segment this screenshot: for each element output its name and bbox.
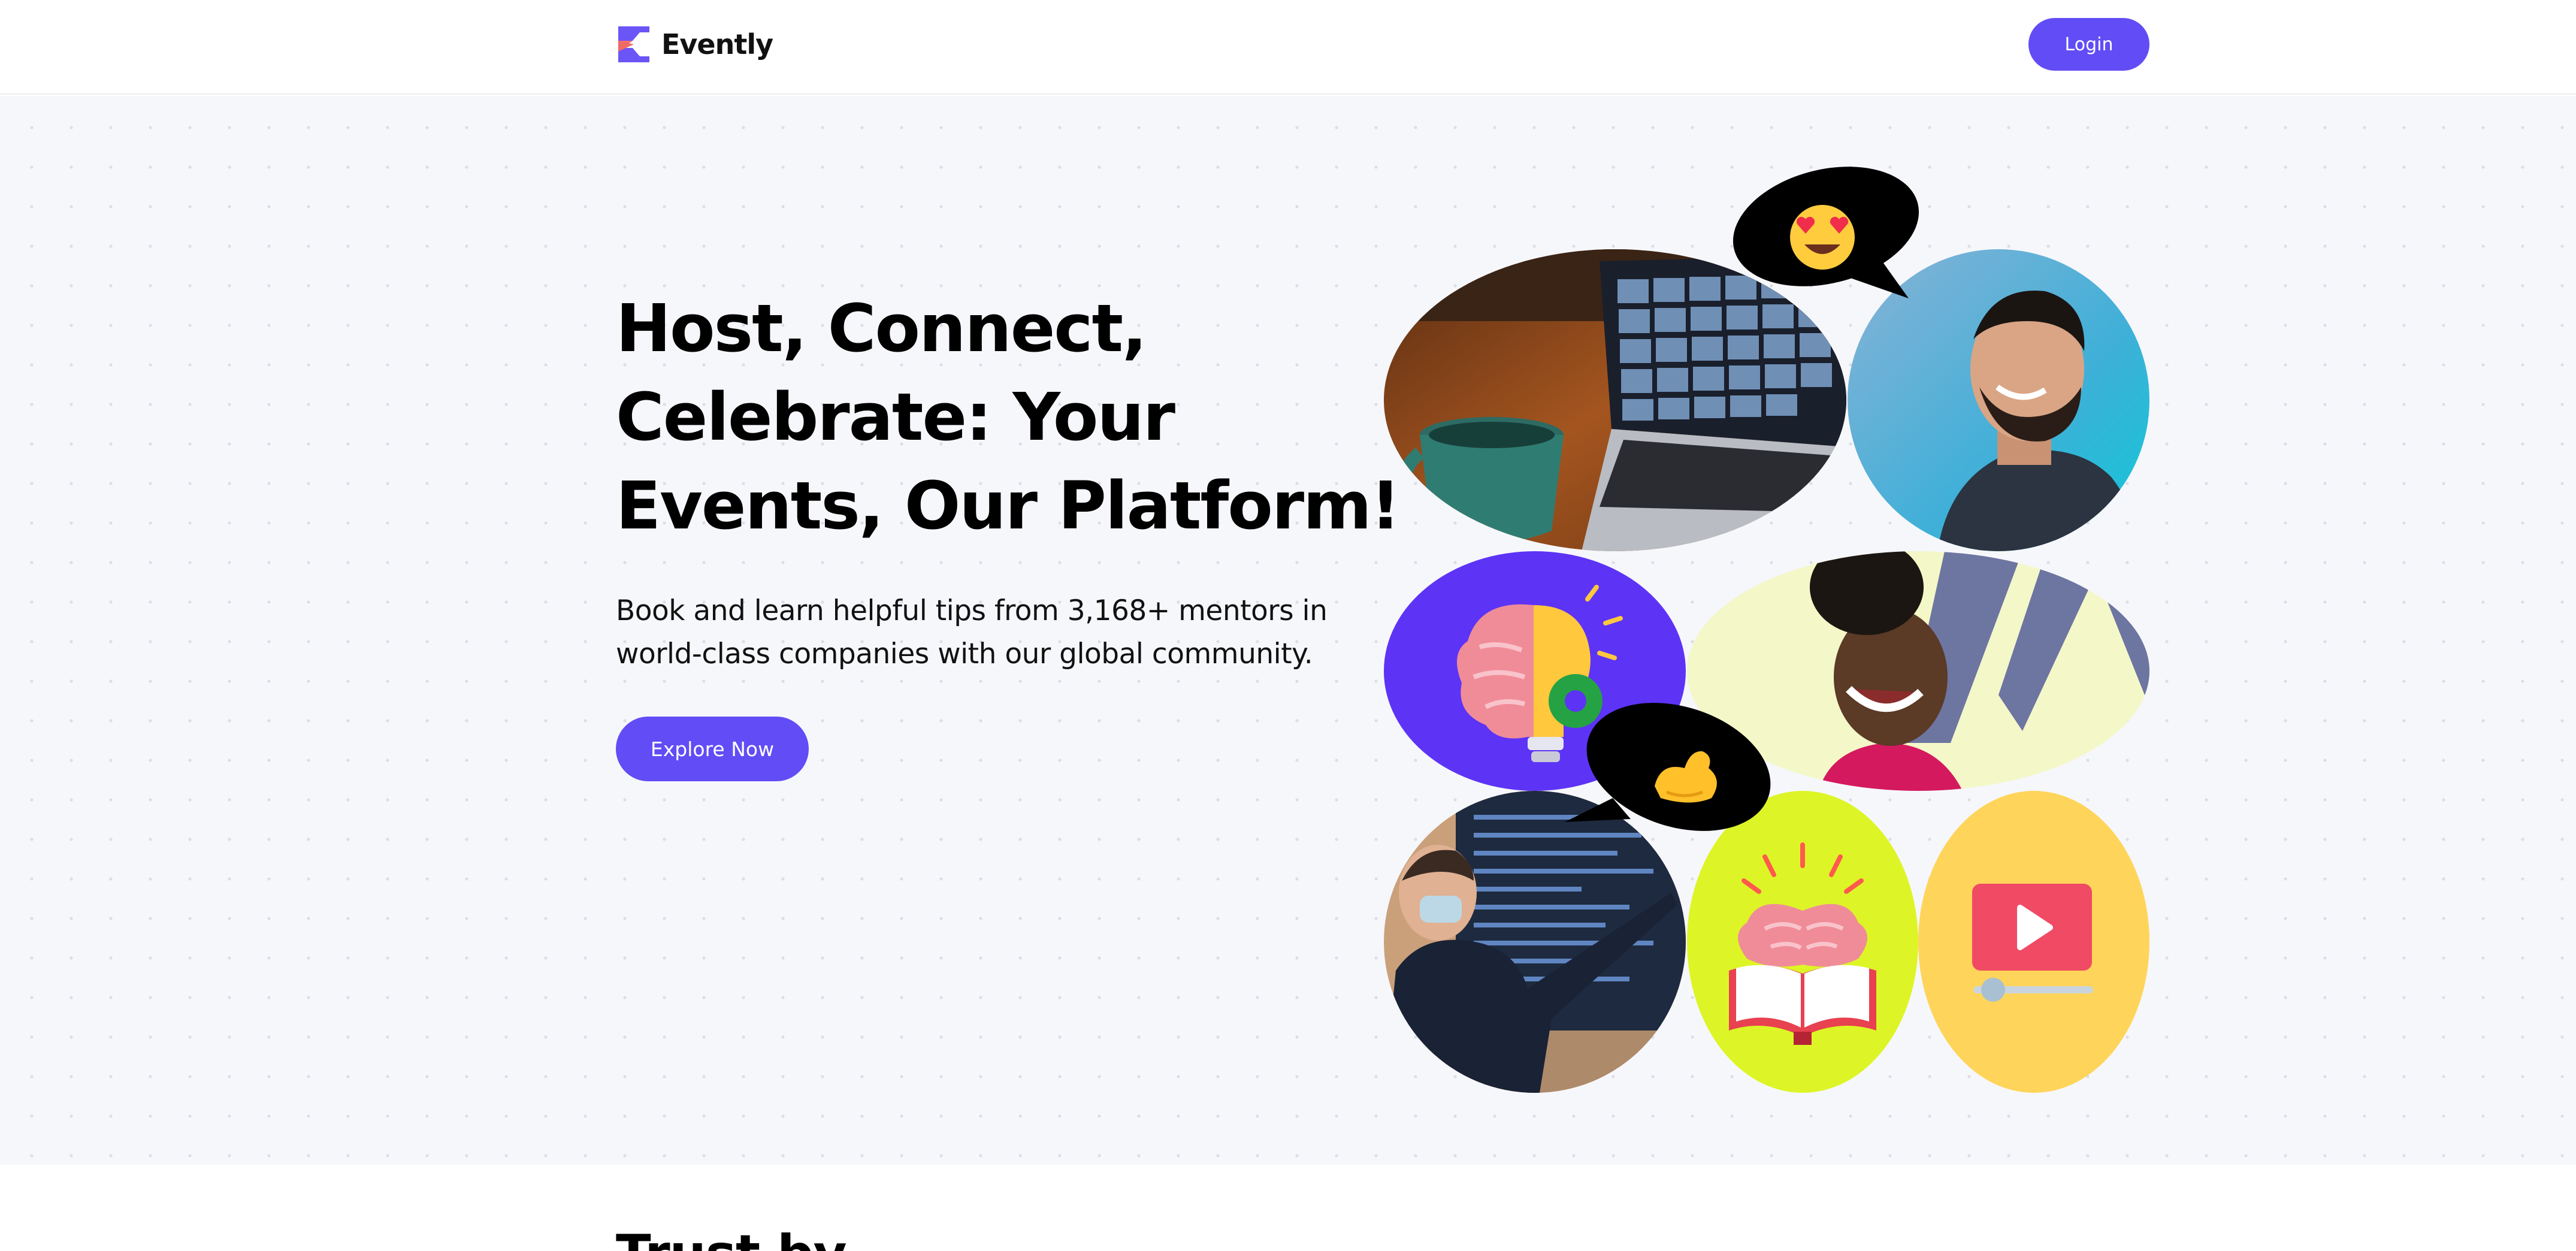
video-player-icon: [1972, 884, 2093, 1002]
evently-logo-icon: [618, 26, 649, 62]
login-button[interactable]: Login: [2028, 18, 2149, 71]
trust-section: Trust by: [0, 1165, 2576, 1251]
heart-eyes-emoji-bubble: [1729, 167, 1923, 298]
hero-subtitle: Book and learn helpful tips from 3,168+ …: [616, 590, 1395, 676]
trust-section-title: Trust by: [616, 1228, 847, 1251]
flexed-arm-emoji-bubble: [1565, 696, 1779, 841]
explore-now-button[interactable]: Explore Now: [616, 717, 809, 781]
hero-title-line-3: Events, Our Platform!: [616, 467, 1401, 544]
hero-subtitle-line-2: world-class companies with our global co…: [616, 637, 1313, 670]
flexed-biceps-emoji-icon: [1565, 703, 1771, 831]
heart-eyes-emoji-icon: [1733, 167, 1919, 298]
brand-logo[interactable]: Evently: [616, 24, 773, 65]
hero-title-line-2: Celebrate: Your: [616, 379, 1175, 455]
illustration-video-player: [1918, 791, 2149, 1093]
hero-title: Host, Connect, Celebrate: Your Events, O…: [616, 284, 1407, 550]
hero-subtitle-line-1: Book and learn helpful tips from 3,168+ …: [616, 594, 1328, 627]
site-header: Evently Login: [0, 0, 2576, 95]
hero-title-line-1: Host, Connect,: [616, 290, 1147, 367]
brand-name: Evently: [661, 28, 773, 61]
